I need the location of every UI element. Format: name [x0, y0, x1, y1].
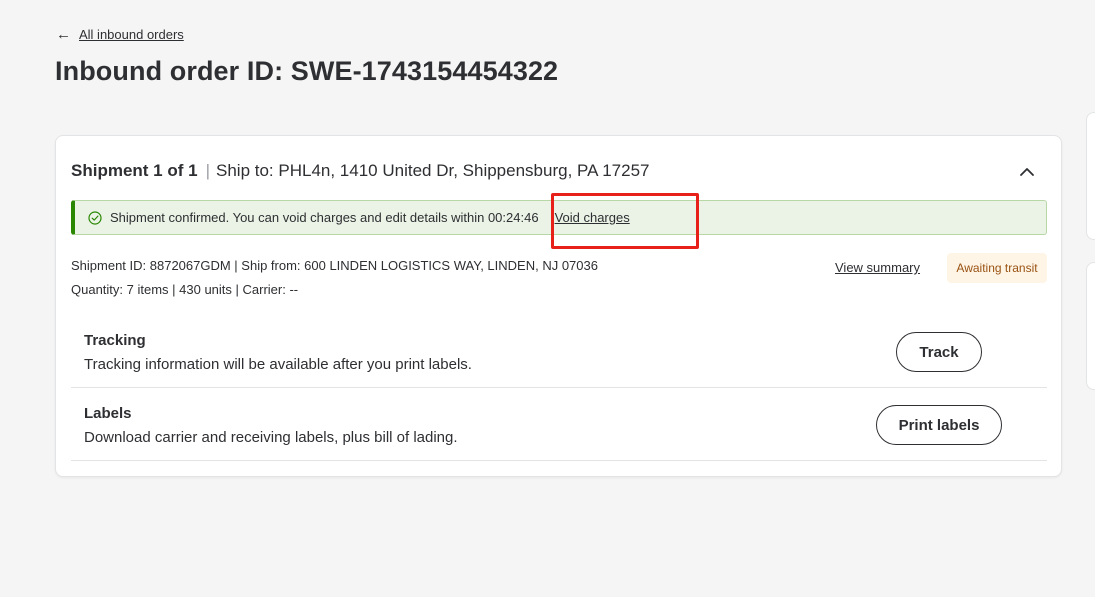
tracking-description: Tracking information will be available a…: [84, 356, 472, 373]
print-labels-button[interactable]: Print labels: [876, 405, 1002, 445]
tracking-section: Tracking Tracking information will be av…: [71, 316, 1047, 388]
tracking-title: Tracking: [84, 332, 146, 349]
back-link-label[interactable]: All inbound orders: [79, 27, 184, 42]
shipment-card: Shipment 1 of 1 | Ship to: PHL4n, 1410 U…: [55, 135, 1062, 477]
arrow-left-icon: ←: [56, 26, 71, 43]
shipment-details: Shipment ID: 8872067GDM | Ship from: 600…: [71, 258, 598, 273]
labels-title: Labels: [84, 405, 132, 422]
status-badge: Awaiting transit: [947, 253, 1047, 283]
back-to-orders-link[interactable]: ← All inbound orders: [56, 27, 184, 42]
void-charges-link[interactable]: Void charges: [555, 210, 630, 225]
banner-message: Shipment confirmed. You can void charges…: [110, 210, 539, 225]
view-summary-link[interactable]: View summary: [835, 260, 920, 275]
page: ← All inbound orders Inbound order ID: S…: [0, 0, 1095, 597]
ship-to-address: Ship to: PHL4n, 1410 United Dr, Shippens…: [216, 161, 650, 180]
side-panel-edge: [1086, 112, 1095, 240]
quantity-details: Quantity: 7 items | 430 units | Carrier:…: [71, 282, 299, 297]
header-separator: |: [205, 161, 210, 180]
side-panel-edge: [1086, 262, 1095, 390]
labels-description: Download carrier and receiving labels, p…: [84, 429, 458, 446]
chevron-up-icon: [1020, 168, 1034, 176]
check-circle-icon: [88, 210, 102, 225]
labels-section: Labels Download carrier and receiving la…: [71, 389, 1047, 461]
confirmation-banner: Shipment confirmed. You can void charges…: [71, 200, 1047, 235]
page-title: Inbound order ID: SWE-1743154454322: [55, 56, 559, 86]
shipment-header: Shipment 1 of 1 | Ship to: PHL4n, 1410 U…: [71, 161, 649, 181]
shipment-count: Shipment 1 of 1: [71, 161, 198, 180]
track-button[interactable]: Track: [896, 332, 982, 372]
collapse-button[interactable]: [1017, 162, 1037, 182]
